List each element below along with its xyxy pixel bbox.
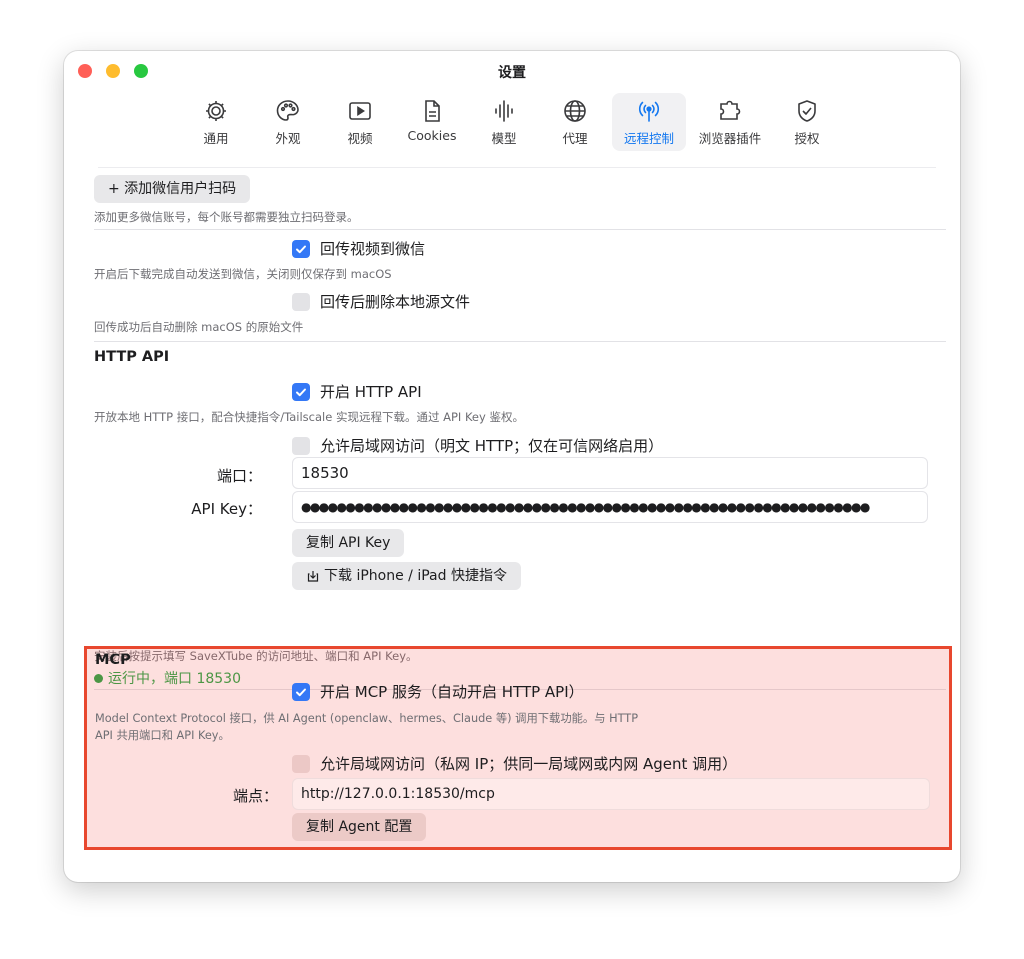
tab-browser-extension[interactable]: 浏览器插件 [692, 93, 768, 151]
delete-local-hint: 回传成功后自动删除 macOS 的原始文件 [94, 320, 304, 334]
delete-local-file-checkbox[interactable]: 回传后删除本地源文件 [292, 291, 470, 312]
play-icon [349, 102, 371, 120]
checkbox-unchecked-icon [292, 436, 310, 455]
checkbox-label: 允许局域网访问（私网 IP；供同一局域网或内网 Agent 调用） [320, 755, 738, 773]
waveform-icon [495, 100, 513, 122]
tab-label: 浏览器插件 [698, 131, 762, 146]
checkbox-label: 回传视频到微信 [320, 240, 426, 258]
tab-label: 授权 [794, 131, 820, 146]
tab-proxy[interactable]: 代理 [547, 93, 603, 151]
port-field[interactable]: 18530 [292, 457, 928, 489]
tab-label: 模型 [491, 131, 517, 146]
checkbox-unchecked-icon [292, 292, 310, 311]
api-key-label: API Key： [191, 500, 262, 518]
api-key-field[interactable]: ●●●●●●●●●●●●●●●●●●●●●●●●●●●●●●●●●●●●●●●●… [292, 491, 928, 523]
checkmark-shield-icon [798, 100, 816, 122]
mcp-lan-access-checkbox[interactable]: 允许局域网访问（私网 IP；供同一局域网或内网 Agent 调用） [292, 753, 737, 774]
http-api-hint: 开放本地 HTTP 接口，配合快捷指令/Tailscale 实现远程下载。通过 … [94, 410, 524, 424]
button-label: 下载 iPhone / iPad 快捷指令 [324, 568, 507, 584]
download-shortcut-button[interactable]: 下载 iPhone / iPad 快捷指令 [292, 562, 521, 590]
copy-agent-config-button[interactable]: 复制 Agent 配置 [292, 813, 427, 841]
mcp-description-line1: Model Context Protocol 接口，供 AI Agent (op… [95, 712, 639, 725]
tab-cookies[interactable]: Cookies [398, 93, 466, 151]
mcp-section-title: MCP [95, 652, 131, 668]
settings-toolbar: 通用 外观 视频 Cookies 模型 代理 远程控制 浏览器插件 授权 [64, 93, 960, 163]
divider [98, 167, 936, 168]
http-lan-access-checkbox[interactable]: 允许局域网访问（明文 HTTP；仅在可信网络启用） [292, 435, 663, 456]
puzzle-icon [720, 100, 741, 120]
gear-icon [206, 101, 226, 121]
tab-label: 远程控制 [623, 131, 674, 146]
checkbox-label: 开启 HTTP API [320, 383, 422, 401]
send-back-hint: 开启后下载完成自动发送到微信，关闭则仅保存到 macOS [94, 267, 392, 281]
divider [94, 341, 946, 342]
copy-api-key-button[interactable]: 复制 API Key [292, 529, 405, 557]
tab-label: 通用 [203, 131, 229, 146]
send-back-to-wechat-checkbox[interactable]: 回传视频到微信 [292, 238, 425, 259]
checkbox-label: 回传后删除本地源文件 [320, 293, 471, 311]
checkbox-label: 允许局域网访问（明文 HTTP；仅在可信网络启用） [320, 437, 664, 455]
enable-mcp-checkbox[interactable]: 开启 MCP 服务（自动开启 HTTP API） [292, 681, 584, 702]
mcp-description-line2: API 共用端口和 API Key。 [95, 729, 230, 742]
add-wechat-user-button[interactable]: + 添加微信用户扫码 [94, 175, 251, 203]
tab-label: 外观 [275, 131, 301, 146]
tab-license[interactable]: 授权 [779, 93, 835, 151]
checkbox-checked-icon [292, 239, 310, 258]
globe-icon [564, 100, 586, 122]
tab-label: 视频 [347, 131, 373, 146]
window-title: 设置 [498, 65, 526, 81]
palette-icon [276, 100, 299, 121]
add-wechat-hint: 添加更多微信账号，每个账号都需要独立扫码登录。 [94, 210, 359, 224]
checkbox-label: 开启 MCP 服务（自动开启 HTTP API） [320, 683, 584, 701]
checkbox-checked-icon [292, 382, 310, 401]
tab-model[interactable]: 模型 [476, 93, 532, 151]
download-icon [307, 571, 319, 582]
enable-http-api-checkbox[interactable]: 开启 HTTP API [292, 381, 422, 402]
mcp-highlight-box [84, 646, 952, 850]
divider [94, 229, 946, 230]
checkbox-unchecked-icon [292, 754, 310, 773]
tab-appearance[interactable]: 外观 [260, 93, 316, 151]
antenna-icon [638, 101, 660, 122]
tab-video[interactable]: 视频 [332, 93, 388, 151]
tab-general[interactable]: 通用 [188, 93, 244, 151]
tab-label: Cookies [407, 128, 457, 143]
port-label: 端口： [216, 467, 262, 485]
checkbox-checked-icon [292, 682, 310, 701]
endpoint-label: 端点： [232, 787, 278, 805]
tab-remote-control[interactable]: 远程控制 [612, 93, 686, 151]
endpoint-field[interactable]: http://127.0.0.1:18530/mcp [292, 778, 930, 810]
tab-label: 代理 [562, 131, 588, 146]
http-api-section-title: HTTP API [94, 349, 170, 365]
document-icon [425, 100, 440, 122]
